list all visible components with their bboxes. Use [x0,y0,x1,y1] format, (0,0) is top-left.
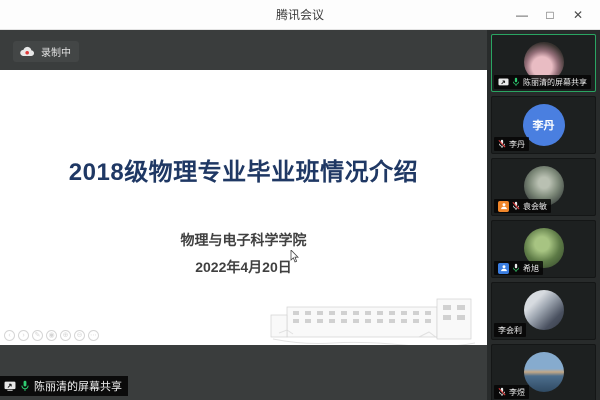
host-badge-icon [498,201,509,212]
participant-tile-yuanhuimin[interactable]: 袁会敏 [491,158,596,216]
participant-namebar: 李丹 [494,137,529,151]
participant-name: 李丹 [509,139,525,150]
share-banner-label: 陈丽清的屏幕共享 [34,378,122,394]
mouse-cursor [290,250,299,263]
participant-name: 陈丽清的屏幕共享 [523,77,587,88]
slide-subtitle: 物理与电子科学学院 [0,230,487,250]
laser-icon[interactable]: ◉ [46,330,57,341]
avatar [524,290,564,330]
screen-share-icon [4,381,16,391]
participant-tile-lidan[interactable]: 李丹 李丹 [491,96,596,154]
participant-name: 袁会敏 [523,201,547,212]
recording-indicator[interactable]: 录制中 [13,41,79,62]
mic-muted-icon [498,139,506,149]
window-controls: — □ ✕ [508,0,592,30]
participant-namebar: 李会利 [494,323,526,337]
participant-namebar: 陈丽清的屏幕共享 [494,75,591,89]
building-watermark-image [269,289,479,345]
mic-on-icon [512,263,520,273]
participant-tile-chenliqing[interactable]: 陈丽清的屏幕共享 [491,34,596,92]
participant-tile-xixu[interactable]: 希旭 [491,220,596,278]
mic-on-icon [512,77,520,87]
screen-share-icon [498,78,509,87]
participant-namebar: 袁会敏 [494,199,551,213]
participant-name: 李会利 [498,325,522,336]
mic-muted-icon [512,201,520,211]
zoom-out-icon[interactable]: ⊖ [74,330,85,341]
co-host-badge-icon [498,263,509,274]
cloud-record-icon [19,46,35,57]
presentation-slide: 2018级物理专业毕业班情况介绍 物理与电子科学学院 2022年4月20日 [0,70,487,345]
avatar [524,352,564,392]
meeting-window: 腾讯会议 — □ ✕ 录制中 2018级物理专业毕业班情况介绍 物理与电子科学学… [0,0,600,400]
participant-tile-liyu[interactable]: 李煜 [491,344,596,400]
mic-on-icon [20,380,30,392]
participant-name: 希旭 [523,263,539,274]
mic-muted-icon [498,387,506,397]
screen-share-banner: 陈丽清的屏幕共享 [0,376,128,396]
participant-namebar: 李煜 [494,385,529,399]
participant-namebar: 希旭 [494,261,543,275]
pen-icon[interactable]: ✎ [32,330,43,341]
slide-title: 2018级物理专业毕业班情况介绍 [0,152,487,187]
titlebar: 腾讯会议 — □ ✕ [0,0,600,30]
participants-sidebar: 陈丽清的屏幕共享 李丹 李丹 [487,30,600,400]
next-slide-icon[interactable]: › [18,330,29,341]
close-button[interactable]: ✕ [564,0,592,30]
more-options-icon[interactable]: ⋯ [88,330,99,341]
presenter-controls: ‹ › ✎ ◉ ⊕ ⊖ ⋯ [4,330,99,341]
recording-label: 录制中 [41,44,71,59]
prev-slide-icon[interactable]: ‹ [4,330,15,341]
participant-tile-lihuili[interactable]: 李会利 [491,282,596,340]
slide-date: 2022年4月20日 [0,257,487,277]
minimize-button[interactable]: — [508,0,536,30]
participant-name: 李煜 [509,387,525,398]
maximize-button[interactable]: □ [536,0,564,30]
shared-screen-area: 录制中 2018级物理专业毕业班情况介绍 物理与电子科学学院 2022年4月20… [0,30,487,400]
zoom-in-icon[interactable]: ⊕ [60,330,71,341]
